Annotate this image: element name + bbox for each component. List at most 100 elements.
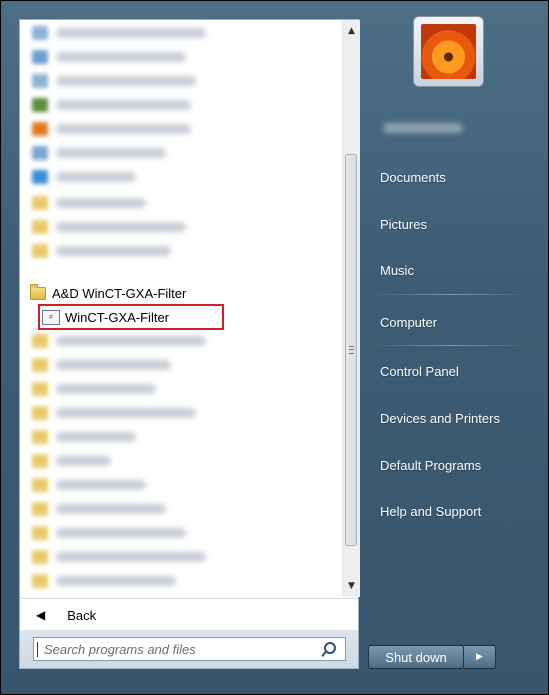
list-item[interactable] [32,216,332,238]
user-name-obscured[interactable] [383,123,463,133]
programs-scrollbar[interactable]: ▲ ▼ [342,20,360,597]
programs-pane: A&D WinCT-GXA-Filter ≠ WinCT-GXA-Filter … [19,19,360,669]
list-item[interactable] [32,522,332,544]
obscured-label [56,552,206,562]
list-item[interactable] [32,474,332,496]
obscured-label [56,52,186,62]
highlight-annotation [38,304,224,330]
menu-item-label: Default Programs [380,457,482,473]
obscured-label [56,336,206,346]
program-icon [32,50,48,64]
obscured-label [56,432,136,442]
shutdown-label: Shut down [385,649,447,665]
triangle-down-icon: ▼ [348,581,355,591]
list-item[interactable] [32,426,332,448]
list-item[interactable] [32,192,332,214]
list-item[interactable] [32,570,332,592]
folder-icon [32,502,48,516]
back-arrow-icon: ◀ [36,608,46,622]
list-item[interactable] [32,378,332,400]
list-item[interactable] [32,402,332,424]
menu-item-help-support[interactable]: Help and Support [369,497,529,525]
menu-item-label: Help and Support [380,503,482,519]
back-label: Back [67,607,97,623]
list-item[interactable] [32,46,332,68]
back-button[interactable]: ◀ Back [20,598,358,631]
list-item[interactable] [32,166,332,188]
menu-item-label: Documents [380,169,446,185]
search-input[interactable]: Search programs and files [37,641,319,657]
list-item[interactable] [32,94,332,116]
folder-icon [32,196,48,210]
menu-item-documents[interactable]: Documents [369,163,529,191]
obscured-label [56,172,136,182]
folder-icon [32,406,48,420]
search-box[interactable]: Search programs and files [33,637,346,661]
folder-icon [32,454,48,468]
obscured-label [56,384,156,394]
start-menu: A&D WinCT-GXA-Filter ≠ WinCT-GXA-Filter … [0,0,549,695]
obscured-label [56,480,146,490]
obscured-label [56,198,146,208]
list-item[interactable] [32,70,332,92]
program-folder-item[interactable]: A&D WinCT-GXA-Filter [30,282,186,304]
menu-item-music[interactable]: Music [369,256,529,284]
list-item[interactable] [32,22,332,44]
folder-icon [32,244,48,258]
list-item[interactable] [32,142,332,164]
list-item[interactable] [32,330,332,352]
folder-icon [32,220,48,234]
program-icon [32,26,48,40]
program-folder-label: A&D WinCT-GXA-Filter [52,285,187,301]
shutdown-button[interactable]: Shut down [368,645,464,669]
obscured-label [56,408,196,418]
folder-icon [32,550,48,564]
menu-item-control-panel[interactable]: Control Panel [369,357,529,385]
grip-icon [348,346,354,354]
user-avatar[interactable] [413,16,484,87]
list-item[interactable] [32,546,332,568]
list-item[interactable] [32,118,332,140]
folder-icon [30,283,46,300]
list-item[interactable] [32,354,332,376]
folder-icon [32,526,48,540]
folder-icon [32,574,48,588]
shutdown-options-button[interactable]: ▶ [464,645,496,669]
scroll-thumb[interactable] [345,154,357,546]
scroll-up-button[interactable]: ▲ [343,22,360,40]
search-icon[interactable] [319,639,339,659]
folder-icon [32,334,48,348]
list-item[interactable] [32,450,332,472]
list-item[interactable] [32,498,332,520]
obscured-label [56,504,166,514]
menu-item-devices-printers[interactable]: Devices and Printers [369,404,529,432]
arrow-right-icon: ▶ [476,652,483,662]
triangle-up-icon: ▲ [348,26,355,36]
folder-icon [32,430,48,444]
separator [371,294,531,295]
menu-item-label: Control Panel [380,363,459,379]
menu-item-default-programs[interactable]: Default Programs [369,451,529,479]
folder-icon [32,478,48,492]
folder-icon [32,358,48,372]
obscured-label [56,148,166,158]
scroll-down-button[interactable]: ▼ [343,577,360,595]
menu-item-computer[interactable]: Computer [369,308,529,336]
flower-picture [421,24,476,79]
program-icon [32,170,48,184]
obscured-label [56,76,196,86]
list-item[interactable] [32,240,332,262]
menu-item-label: Pictures [380,216,427,232]
obscured-label [56,576,176,586]
obscured-label [56,124,191,134]
menu-item-pictures[interactable]: Pictures [369,210,529,238]
program-icon [32,98,48,112]
obscured-label [56,528,186,538]
obscured-label [56,360,171,370]
menu-item-label: Devices and Printers [380,410,500,426]
program-icon [32,122,48,136]
obscured-label [56,222,186,232]
obscured-label [56,246,171,256]
obscured-label [56,28,206,38]
program-icon [32,146,48,160]
